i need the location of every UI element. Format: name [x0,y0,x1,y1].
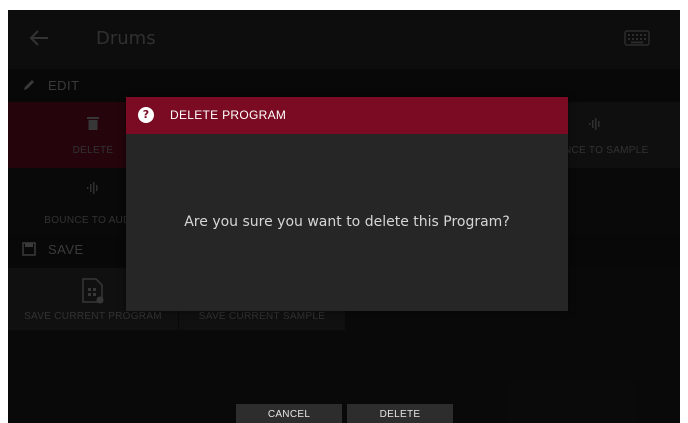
dialog-header: ? DELETE PROGRAM [126,97,568,134]
delete-button[interactable]: DELETE [347,404,453,423]
dialog-title: DELETE PROGRAM [170,108,287,122]
delete-program-dialog: ? DELETE PROGRAM Are you sure you want t… [126,97,568,311]
help-icon: ? [138,107,154,123]
screen: Drums EDIT DELETE BOUNCE TO SAMPLE BOUNC… [8,10,680,423]
cancel-button[interactable]: CANCEL [236,404,342,423]
dialog-message: Are you sure you want to delete this Pro… [184,214,510,230]
